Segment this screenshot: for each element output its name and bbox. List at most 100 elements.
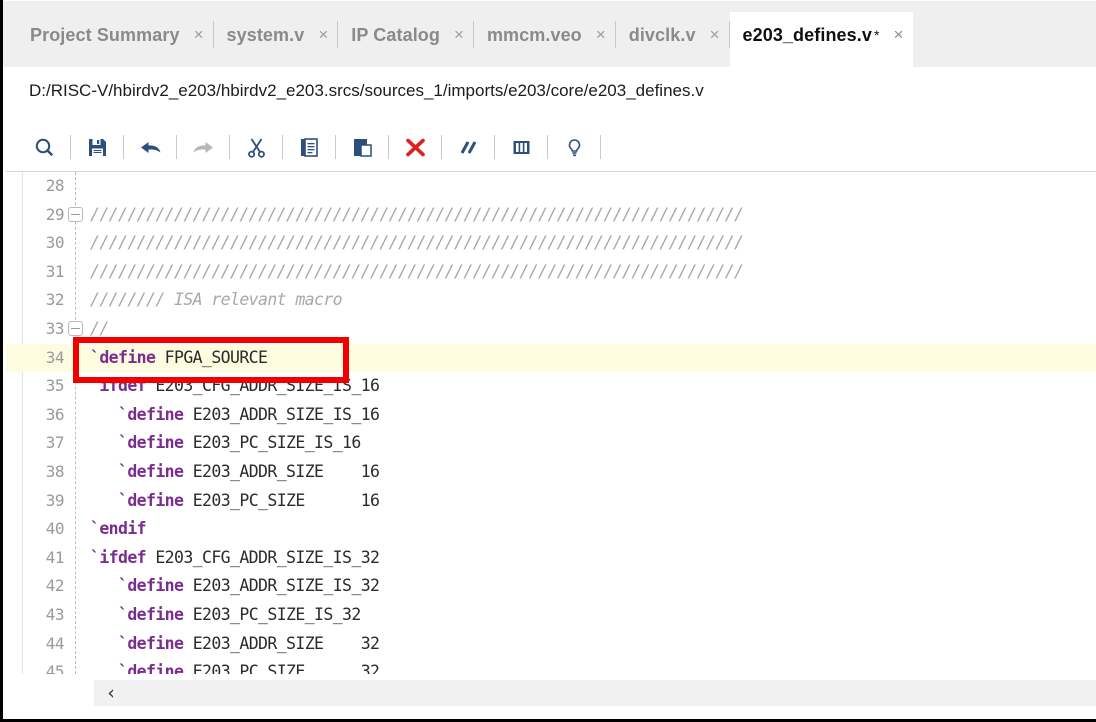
comment-button[interactable] (451, 130, 485, 164)
code-token-kw: `ifdef (90, 547, 156, 567)
code-line[interactable]: 29 //////////////////////////////////////… (6, 201, 1096, 230)
tab-close-icon[interactable]: × (318, 25, 328, 55)
code-text: `define E203_ADDR_SIZE 16 (90, 458, 380, 487)
code-line[interactable]: 43 `define E203_PC_SIZE_IS_32 (6, 601, 1096, 630)
find-icon (35, 138, 53, 156)
comment-icon (460, 140, 476, 154)
code-line[interactable]: 44 `define E203_ADDR_SIZE 32 (6, 630, 1096, 659)
tab-ip-catalog[interactable]: IP Catalog × (338, 12, 474, 68)
undo-icon (140, 141, 160, 153)
find-button[interactable] (27, 130, 61, 164)
code-token-kw: `define (90, 576, 193, 596)
toolbar-separator (388, 135, 389, 159)
unsaved-indicator: * (873, 27, 880, 43)
tab-strip: Project Summary × system.v × IP Catalog × mmcm… (17, 12, 914, 68)
code-line[interactable]: 31 //////////////////////////////////////… (6, 258, 1096, 287)
code-line[interactable]: 45 `define E203_PC_SIZE 32 (6, 658, 1096, 674)
delete-icon (405, 138, 425, 156)
code-token-id: FPGA_SOURCE (164, 347, 268, 367)
editor-toolbar (3, 123, 1096, 171)
tab-label: e203_defines.v (742, 24, 872, 45)
paste-icon (353, 138, 372, 157)
code-token-id: E203_CFG_ADDR_SIZE_IS_16 (155, 376, 380, 396)
code-text: `define E203_PC_SIZE 32 (90, 658, 380, 674)
code-token-kw: `define (90, 604, 193, 624)
tab-project-summary[interactable]: Project Summary × (17, 12, 214, 68)
toolbar-separator (600, 135, 601, 159)
tab-close-icon[interactable]: × (194, 25, 204, 55)
hint-icon (568, 138, 580, 156)
line-number: 40 (45, 519, 65, 539)
code-token-id: E203_ADDR_SIZE 32 (192, 633, 380, 653)
code-line[interactable]: 28 (6, 172, 1096, 201)
file-path-bar: D:/RISC-V/hbirdv2_e203/hbirdv2_e203.srcs… (3, 67, 1096, 123)
code-line[interactable]: 37 `define E203_PC_SIZE_IS_16 (6, 429, 1096, 458)
undo-button[interactable] (133, 130, 167, 164)
delete-button[interactable] (398, 130, 432, 164)
code-editor[interactable]: 28 29////////////////////////////////////… (6, 171, 1096, 674)
code-line[interactable]: 36 `define E203_ADDR_SIZE_IS_16 (6, 401, 1096, 430)
columns-button[interactable] (504, 130, 538, 164)
redo-button[interactable] (186, 130, 220, 164)
code-line[interactable]: 32 //////// ISA relevant macro (6, 286, 1096, 315)
code-token-kw: `define (90, 662, 193, 674)
line-number: 30 (45, 233, 65, 253)
tab-mmcm-veo[interactable]: mmcm.veo × (473, 12, 616, 68)
tab-label: divclk.v (628, 24, 696, 45)
code-text: `define E203_ADDR_SIZE_IS_32 (90, 572, 380, 601)
code-line[interactable]: 39 `define E203_PC_SIZE 16 (6, 487, 1096, 516)
line-number: 35 (45, 376, 65, 396)
code-fold-toggle-icon[interactable] (68, 206, 83, 222)
line-number: 28 (45, 176, 65, 195)
file-path-text: D:/RISC-V/hbirdv2_e203/hbirdv2_e203.srcs… (29, 81, 704, 100)
line-number: 29 (45, 204, 65, 224)
code-token-id: E203_PC_SIZE 32 (192, 662, 380, 674)
code-token-kw: `define (90, 461, 193, 481)
tab-divclk-v[interactable]: divclk.v × (615, 12, 730, 68)
line-number: 42 (45, 576, 65, 596)
code-line[interactable]: 34 `define FPGA_SOURCE (6, 343, 1096, 373)
tab-close-icon[interactable]: × (710, 25, 720, 55)
line-number: 43 (45, 604, 65, 624)
code-line[interactable]: 30 //////////////////////////////////////… (6, 229, 1096, 258)
code-token-cm: ////////////////////////////////////////… (90, 233, 744, 253)
code-token-kw: `define (90, 433, 193, 453)
code-line[interactable]: 40 `endif (6, 515, 1096, 544)
toolbar-separator (176, 135, 177, 159)
tab-close-icon[interactable]: × (596, 25, 606, 55)
code-line[interactable]: 42 `define E203_ADDR_SIZE_IS_32 (6, 572, 1096, 601)
code-line[interactable]: 41 `ifdef E203_CFG_ADDR_SIZE_IS_32 (6, 544, 1096, 573)
editor-window: Project Summary × system.v × IP Catalog × mmcm… (0, 0, 1096, 722)
paste-button[interactable] (345, 130, 379, 164)
code-token-id: E203_ADDR_SIZE_IS_16 (192, 404, 380, 424)
code-text: //////// ISA relevant macro (90, 286, 343, 315)
line-number: 39 (45, 490, 65, 510)
code-text: `define E203_PC_SIZE 16 (90, 487, 380, 516)
code-fold-toggle-icon[interactable] (68, 320, 83, 336)
tab-e203-defines-v[interactable]: e203_defines.v * × (729, 12, 914, 68)
tab-close-icon[interactable]: × (893, 25, 903, 55)
code-text: ////////////////////////////////////////… (90, 229, 744, 258)
scrollbar-track[interactable] (94, 680, 1096, 706)
code-text: // (90, 315, 109, 344)
cut-icon (247, 138, 265, 158)
toolbar-separator (547, 135, 548, 159)
scroll-left-arrow-icon[interactable]: ‹ (98, 680, 124, 706)
tab-close-icon[interactable]: × (454, 25, 464, 55)
cut-button[interactable] (239, 130, 273, 164)
code-line[interactable]: 38 `define E203_ADDR_SIZE 16 (6, 458, 1096, 487)
hint-button[interactable] (557, 130, 591, 164)
tab-system-v[interactable]: system.v × (213, 12, 339, 68)
horizontal-scrollbar[interactable]: ‹ (6, 674, 1096, 719)
toolbar-separator (123, 135, 124, 159)
code-line[interactable]: 35 `ifdef E203_CFG_ADDR_SIZE_IS_16 (6, 372, 1096, 401)
code-text: `define E203_ADDR_SIZE 32 (90, 630, 380, 659)
code-token-id: E203_ADDR_SIZE_IS_32 (192, 576, 380, 596)
code-token-id: E203_PC_SIZE_IS_16 (192, 433, 362, 453)
code-token-kw: `ifdef (90, 376, 156, 396)
copy-button[interactable] (292, 130, 326, 164)
code-line[interactable]: 33 // (6, 315, 1096, 344)
save-button[interactable] (80, 130, 114, 164)
code-text: ////////////////////////////////////////… (90, 201, 744, 230)
toolbar-separator (282, 135, 283, 159)
